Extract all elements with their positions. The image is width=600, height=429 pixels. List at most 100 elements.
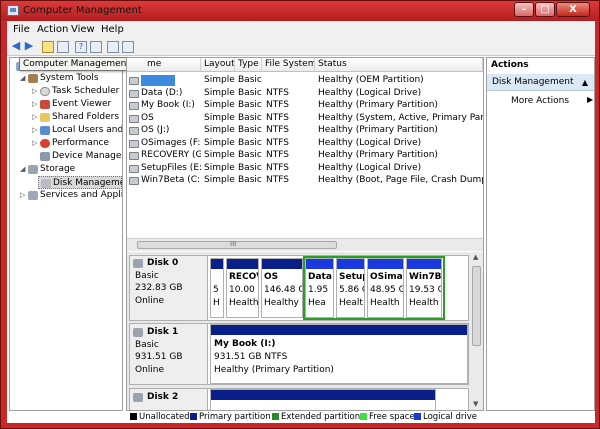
- expand-triangle-icon[interactable]: ▷: [32, 98, 40, 111]
- table-cell[interactable]: NTFS: [266, 137, 316, 150]
- close-button[interactable]: X: [556, 2, 590, 17]
- table-cell[interactable]: Basic: [238, 137, 264, 150]
- tree-item-disk-management[interactable]: Disk Management: [38, 176, 122, 189]
- collapse-triangle-icon[interactable]: ◢: [20, 163, 28, 176]
- column-header-type[interactable]: Type: [235, 58, 262, 72]
- table-cell[interactable]: SetupFiles (E:): [141, 162, 201, 175]
- partition-0[interactable]: 5H: [210, 258, 224, 318]
- table-cell[interactable]: NTFS: [266, 124, 316, 137]
- table-cell[interactable]: Basic: [238, 74, 264, 87]
- disk-2-label[interactable]: Disk 2: [130, 389, 208, 410]
- window-title: Computer Management: [23, 5, 142, 16]
- scroll-thumb[interactable]: III: [137, 240, 337, 249]
- table-cell[interactable]: Healthy (Logical Drive): [318, 87, 483, 100]
- partition-disk-2[interactable]: [210, 389, 436, 410]
- title-bar[interactable]: Computer Management – □ X: [1, 1, 599, 21]
- partition-size: 931.51 GB NTFS: [214, 352, 288, 362]
- expand-triangle-icon[interactable]: ▷: [32, 124, 40, 137]
- expand-triangle-icon[interactable]: ▷: [32, 85, 40, 98]
- table-cell[interactable]: NTFS: [266, 162, 316, 175]
- table-cell[interactable]: Healthy (Primary Partition): [318, 124, 483, 137]
- table-cell[interactable]: RECOVERY (G:): [141, 149, 201, 162]
- table-cell[interactable]: [266, 74, 316, 87]
- column-header-volume[interactable]: me: [127, 58, 201, 72]
- table-cell[interactable]: Basic: [238, 124, 264, 137]
- table-cell[interactable]: NTFS: [266, 149, 316, 162]
- table-cell[interactable]: Win7Beta (C:): [141, 174, 201, 187]
- disk-0-label[interactable]: Disk 0 Basic 232.83 GB Online: [130, 256, 208, 320]
- table-cell[interactable]: Basic: [238, 112, 264, 125]
- table-cell[interactable]: NTFS: [266, 87, 316, 100]
- table-cell[interactable]: Basic: [238, 87, 264, 100]
- back-arrow-icon[interactable]: ◀: [10, 40, 22, 53]
- properties-icon[interactable]: [90, 41, 102, 53]
- expand-triangle-icon[interactable]: ▷: [32, 111, 40, 124]
- menu-help[interactable]: Help: [101, 24, 124, 35]
- disk-1-label[interactable]: Disk 1 Basic 931.51 GB Online: [130, 324, 208, 384]
- disk-2-row[interactable]: Disk 2: [129, 388, 469, 410]
- table-cell[interactable]: Simple: [204, 162, 236, 175]
- table-cell[interactable]: Simple: [204, 149, 236, 162]
- event-icon: [40, 100, 50, 109]
- table-cell[interactable]: Simple: [204, 87, 236, 100]
- maximize-button[interactable]: □: [535, 2, 555, 17]
- menu-action[interactable]: Action: [37, 24, 68, 35]
- scroll-down-arrow-icon[interactable]: ▼: [473, 400, 478, 408]
- table-cell[interactable]: Healthy (Boot, Page File, Crash Dump, Lo: [318, 174, 483, 187]
- help-icon[interactable]: ?: [75, 41, 87, 53]
- minimize-button[interactable]: –: [514, 2, 534, 17]
- table-cell[interactable]: Healthy (Primary Partition): [318, 149, 483, 162]
- selected-volume-highlight[interactable]: [141, 75, 175, 86]
- collapse-triangle-icon[interactable]: ◢: [20, 72, 28, 85]
- table-cell[interactable]: Basic: [238, 174, 264, 187]
- table-cell[interactable]: Healthy (Logical Drive): [318, 137, 483, 150]
- table-cell[interactable]: My Book (I:): [141, 99, 201, 112]
- partition-my-book[interactable]: My Book (I:) 931.51 GB NTFS Healthy (Pri…: [210, 324, 468, 384]
- table-cell[interactable]: OSimages (F:): [141, 137, 201, 150]
- partition-1[interactable]: RECOV 10.00 (Healthy: [226, 258, 259, 318]
- menu-file[interactable]: File: [13, 24, 30, 35]
- horizontal-scrollbar[interactable]: III: [127, 238, 483, 251]
- table-cell[interactable]: Simple: [204, 112, 236, 125]
- partition-2[interactable]: OS 146.48 G Healthy (: [261, 258, 303, 318]
- disk-type: Basic: [135, 340, 159, 350]
- table-cell[interactable]: Basic: [238, 162, 264, 175]
- disk-0-row[interactable]: Disk 0 Basic 232.83 GB Online 5HRECOV10.…: [129, 255, 469, 321]
- table-cell[interactable]: Healthy (System, Active, Primary Partiti…: [318, 112, 483, 125]
- forward-arrow-icon[interactable]: ▶: [23, 40, 35, 53]
- table-cell[interactable]: Simple: [204, 137, 236, 150]
- expand-triangle-icon[interactable]: ▷: [32, 137, 40, 150]
- show-hide-tree-icon[interactable]: [57, 41, 69, 53]
- table-cell[interactable]: Simple: [204, 174, 236, 187]
- scroll-up-arrow-icon[interactable]: ▲: [473, 253, 478, 261]
- up-folder-icon[interactable]: [42, 41, 54, 53]
- menu-view[interactable]: View: [71, 24, 95, 35]
- vertical-scrollbar[interactable]: ▲ ▼: [470, 252, 483, 410]
- table-cell[interactable]: NTFS: [266, 174, 316, 187]
- table-cell[interactable]: Simple: [204, 74, 236, 87]
- export-list-icon[interactable]: [122, 41, 134, 53]
- table-cell[interactable]: NTFS: [266, 112, 316, 125]
- table-cell[interactable]: Basic: [238, 99, 264, 112]
- table-cell[interactable]: Basic: [238, 149, 264, 162]
- table-cell[interactable]: Simple: [204, 99, 236, 112]
- partition-size: 146.48 G: [264, 285, 303, 295]
- table-cell[interactable]: Healthy (Logical Drive): [318, 162, 483, 175]
- table-cell[interactable]: Healthy (OEM Partition): [318, 74, 483, 87]
- column-header-file-system[interactable]: File System: [262, 58, 315, 72]
- collapse-arrow-icon[interactable]: ▲: [582, 74, 588, 91]
- table-cell[interactable]: OS: [141, 112, 201, 125]
- actions-disk-management[interactable]: Disk Management ▲: [487, 74, 594, 91]
- table-cell[interactable]: Data (D:): [141, 87, 201, 100]
- disk-1-row[interactable]: Disk 1 Basic 931.51 GB Online My Book (I…: [129, 323, 469, 385]
- column-header-layout[interactable]: Layout: [201, 58, 235, 72]
- table-cell[interactable]: OS (J:): [141, 124, 201, 137]
- column-header-status[interactable]: Status: [315, 58, 483, 72]
- table-cell[interactable]: Simple: [204, 124, 236, 137]
- more-actions-link[interactable]: More Actions: [511, 95, 569, 108]
- table-cell[interactable]: NTFS: [266, 99, 316, 112]
- scroll-thumb[interactable]: [472, 266, 481, 346]
- refresh-icon[interactable]: [107, 41, 119, 53]
- table-cell[interactable]: Healthy (Primary Partition): [318, 99, 483, 112]
- expand-triangle-icon[interactable]: ▷: [20, 189, 28, 202]
